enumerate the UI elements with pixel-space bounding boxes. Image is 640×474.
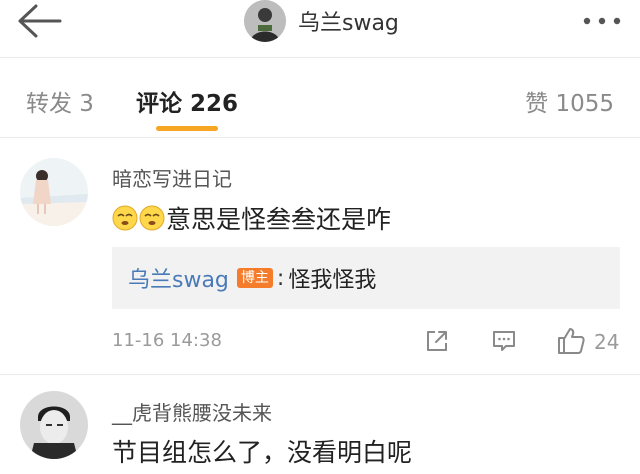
man-avatar-icon — [20, 391, 88, 459]
share-icon[interactable] — [424, 328, 450, 354]
reply-text: 怪我怪我 — [288, 268, 377, 293]
avatar[interactable] — [20, 391, 88, 459]
avatar[interactable] — [20, 158, 88, 226]
comment-username[interactable]: __虎背熊腰没未来 — [112, 397, 272, 426]
thumbs-up-icon[interactable] — [556, 326, 586, 356]
comment-timestamp: 11-16 14:38 — [112, 330, 222, 351]
comment-text: 节目组怎么了，没看明白呢 — [112, 433, 412, 469]
sleepy-face-emoji — [139, 205, 165, 231]
comment-body: 节目组怎么了，没看明白呢 — [112, 438, 413, 467]
comment-text: 意思是怪叁叁还是咋 — [112, 200, 391, 236]
comment-item: 暗恋写进日记 意思是怪叁叁还是咋 乌兰swag 博主 : 怪我怪我 11-16 … — [0, 0, 640, 374]
comment-item: __虎背熊腰没未来 节目组怎么了，没看明白呢 — [0, 375, 640, 474]
reply-separator: : — [276, 265, 285, 291]
comment-icon[interactable] — [491, 328, 517, 354]
author-badge: 博主 — [236, 268, 273, 288]
like-count: 24 — [594, 330, 620, 354]
comment-username[interactable]: 暗恋写进日记 — [112, 163, 232, 192]
girl-avatar-icon — [20, 158, 88, 226]
sleepy-face-emoji — [112, 205, 138, 231]
comment-body: 意思是怪叁叁还是咋 — [166, 205, 392, 234]
reply-username[interactable]: 乌兰swag — [128, 262, 229, 294]
reply-box[interactable]: 乌兰swag 博主 : 怪我怪我 — [112, 247, 620, 309]
